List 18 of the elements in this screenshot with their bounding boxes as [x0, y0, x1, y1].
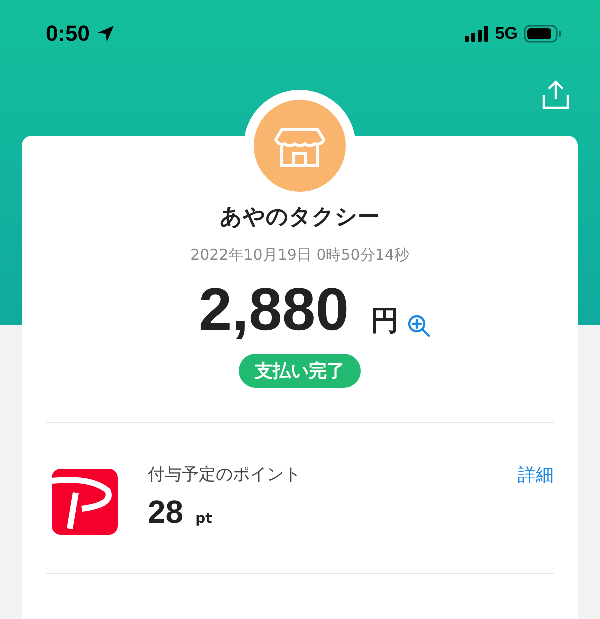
battery-icon [524, 25, 562, 43]
p-logo-icon [52, 469, 118, 535]
payment-status-badge: 支払い完了 [239, 354, 361, 388]
zoom-in-icon[interactable] [407, 314, 432, 338]
signal-icon [465, 26, 490, 42]
network-label: 5G [495, 24, 518, 44]
location-arrow-icon [96, 24, 116, 44]
points-value: 28 [148, 494, 184, 531]
details-link[interactable]: 詳細 [518, 463, 554, 487]
shop-name: あやのタクシー [219, 204, 381, 232]
payment-amount: 2,880 [198, 275, 350, 344]
points-unit: pt [196, 511, 212, 527]
currency-label: 円 [371, 303, 400, 339]
clock-time: 0:50 [46, 21, 90, 47]
transaction-date: 2022年10月19日 0時50分14秒 [190, 246, 410, 265]
store-icon [254, 100, 346, 192]
share-icon[interactable] [542, 80, 570, 110]
points-label: 付与予定のポイント [148, 464, 302, 486]
